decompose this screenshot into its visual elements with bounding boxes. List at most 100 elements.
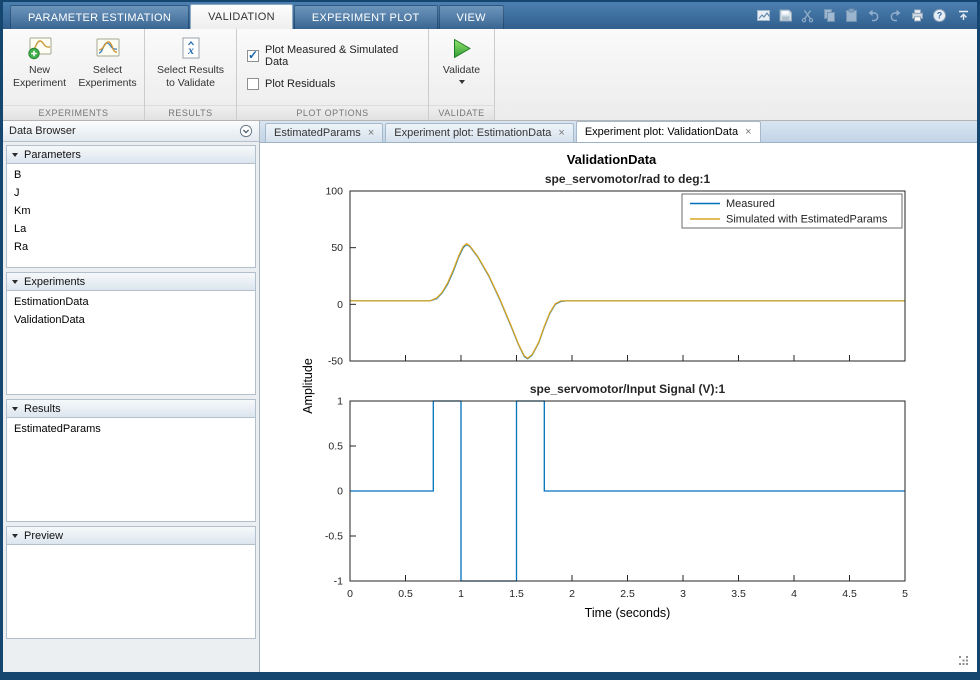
panel-menu-icon[interactable] [239,124,253,138]
list-item[interactable]: B [7,166,255,184]
help-icon[interactable]: ? [929,5,949,25]
select-results-button[interactable]: x Select Results to Validate [149,32,233,90]
app-window: PARAMETER ESTIMATION VALIDATION EXPERIME… [0,0,980,680]
close-icon[interactable]: × [745,126,751,138]
svg-text:4.5: 4.5 [842,588,857,600]
svg-text:3: 3 [680,588,686,600]
svg-text:100: 100 [325,186,343,198]
section-label: Experiments [24,275,86,288]
checkbox-icon[interactable] [247,48,259,62]
collapse-triangle-icon [12,279,18,284]
paste-icon[interactable] [841,5,861,25]
checkbox-icon[interactable] [247,78,259,90]
ribbon-section-results: x Select Results to Validate RESULTS [145,29,237,120]
section-label-results: RESULTS [145,105,236,120]
svg-text:0: 0 [347,588,353,600]
svg-text:Time (seconds): Time (seconds) [585,606,671,620]
new-experiment-button[interactable]: New Experiment [7,32,73,90]
parameters-section: Parameters B J Km La Ra [6,145,256,268]
checkbox-label: Plot Residuals [265,78,336,90]
ribbon-tab-bar: PARAMETER ESTIMATION VALIDATION EXPERIME… [3,2,977,29]
svg-text:4: 4 [791,588,797,600]
figure-area: ValidationData Amplitude spe_servomotor/… [260,143,977,672]
list-item[interactable]: EstimatedParams [7,420,255,438]
list-item[interactable]: Ra [7,238,255,256]
svg-text:1: 1 [458,588,464,600]
save-icon[interactable] [775,5,795,25]
svg-text:Simulated with EstimatedParams: Simulated with EstimatedParams [726,214,888,226]
doc-tab-label: Experiment plot: ValidationData [584,126,739,138]
document-tabs: EstimatedParams × Experiment plot: Estim… [260,121,977,143]
svg-text:Measured: Measured [726,198,775,210]
print-icon[interactable] [907,5,927,25]
doc-tab-estimatedparams[interactable]: EstimatedParams × [265,123,384,142]
svg-text:50: 50 [331,242,343,254]
chart-input-signal: spe_servomotor/Input Signal (V):1 -1 -0.5 0… [304,381,919,628]
svg-text:-50: -50 [328,356,343,368]
ribbon-section-validate: Validate VALIDATE [429,29,495,120]
dropdown-caret-icon [458,80,465,85]
list-item[interactable]: La [7,220,255,238]
preview-section: Preview [6,526,256,639]
cut-icon[interactable] [797,5,817,25]
data-browser-title: Data Browser [9,125,76,137]
plot-measured-simulated-checkbox[interactable]: Plot Measured & Simulated Data [247,44,418,68]
collapse-triangle-icon [12,152,18,157]
svg-text:0.5: 0.5 [398,588,413,600]
redo-icon[interactable] [885,5,905,25]
ribbon-section-experiments: New Experiment Select Experiments EXPERI… [3,29,145,120]
list-item[interactable]: ValidationData [7,311,255,329]
list-item[interactable]: Km [7,202,255,220]
chart-rad-to-deg: spe_servomotor/rad to deg:1 -50 0 50 100 Meas… [304,171,919,374]
svg-text:-1: -1 [334,576,343,588]
section-header-experiments[interactable]: Experiments [6,272,256,291]
doc-tab-experiment-plot-validationdata[interactable]: Experiment plot: ValidationData × [575,121,761,142]
doc-tab-experiment-plot-estimationdata[interactable]: Experiment plot: EstimationData × [385,123,574,142]
section-header-preview[interactable]: Preview [6,526,256,545]
svg-text:?: ? [936,10,942,20]
list-item[interactable]: J [7,184,255,202]
validate-button[interactable]: Validate [433,32,491,85]
data-browser-header: Data Browser [3,121,259,142]
close-icon[interactable]: × [558,127,564,139]
svg-text:spe_servomotor/Input Signal (V: spe_servomotor/Input Signal (V):1 [530,382,726,396]
results-list: EstimatedParams [6,418,256,522]
select-experiments-icon [96,38,119,57]
svg-text:0: 0 [337,486,343,498]
button-label: Validate [442,64,481,76]
section-header-parameters[interactable]: Parameters [6,145,256,164]
list-item[interactable]: EstimationData [7,293,255,311]
resize-grip[interactable] [959,656,969,666]
tab-label: VALIDATION [208,11,275,23]
quick-access-toolbar: ? [753,5,949,25]
select-experiments-button[interactable]: Select Experiments [75,32,141,90]
experiments-section: Experiments EstimationData ValidationData [6,272,256,395]
experiments-list: EstimationData ValidationData [6,291,256,395]
figure-title: ValidationData [566,152,657,167]
undo-icon[interactable] [863,5,883,25]
snapshot-icon[interactable] [753,5,773,25]
ribbon-tabs: PARAMETER ESTIMATION VALIDATION EXPERIME… [10,4,505,29]
document-area: EstimatedParams × Experiment plot: Estim… [260,121,977,672]
section-label-plot-options: PLOT OPTIONS [237,105,428,120]
tab-view[interactable]: VIEW [438,5,504,29]
close-icon[interactable]: × [368,127,374,139]
svg-text:3.5: 3.5 [731,588,746,600]
tab-experiment-plot[interactable]: EXPERIMENT PLOT [293,5,438,29]
copy-icon[interactable] [819,5,839,25]
section-label: Results [24,402,61,415]
svg-text:1.5: 1.5 [509,588,524,600]
svg-text:0.5: 0.5 [328,441,343,453]
checkbox-label: Plot Measured & Simulated Data [265,44,399,68]
section-header-results[interactable]: Results [6,399,256,418]
ribbon-spacer [495,29,977,120]
ribbon-section-plot-options: Plot Measured & Simulated Data Plot Resi… [237,29,429,120]
section-label-validate: VALIDATE [429,105,494,120]
validate-play-icon [454,39,471,58]
tab-parameter-estimation[interactable]: PARAMETER ESTIMATION [10,5,190,29]
svg-text:5: 5 [902,588,908,600]
tab-validation[interactable]: VALIDATION [190,4,293,29]
collapse-ribbon-icon[interactable] [953,5,973,25]
plot-residuals-checkbox[interactable]: Plot Residuals [247,78,335,90]
preview-box [6,545,256,639]
